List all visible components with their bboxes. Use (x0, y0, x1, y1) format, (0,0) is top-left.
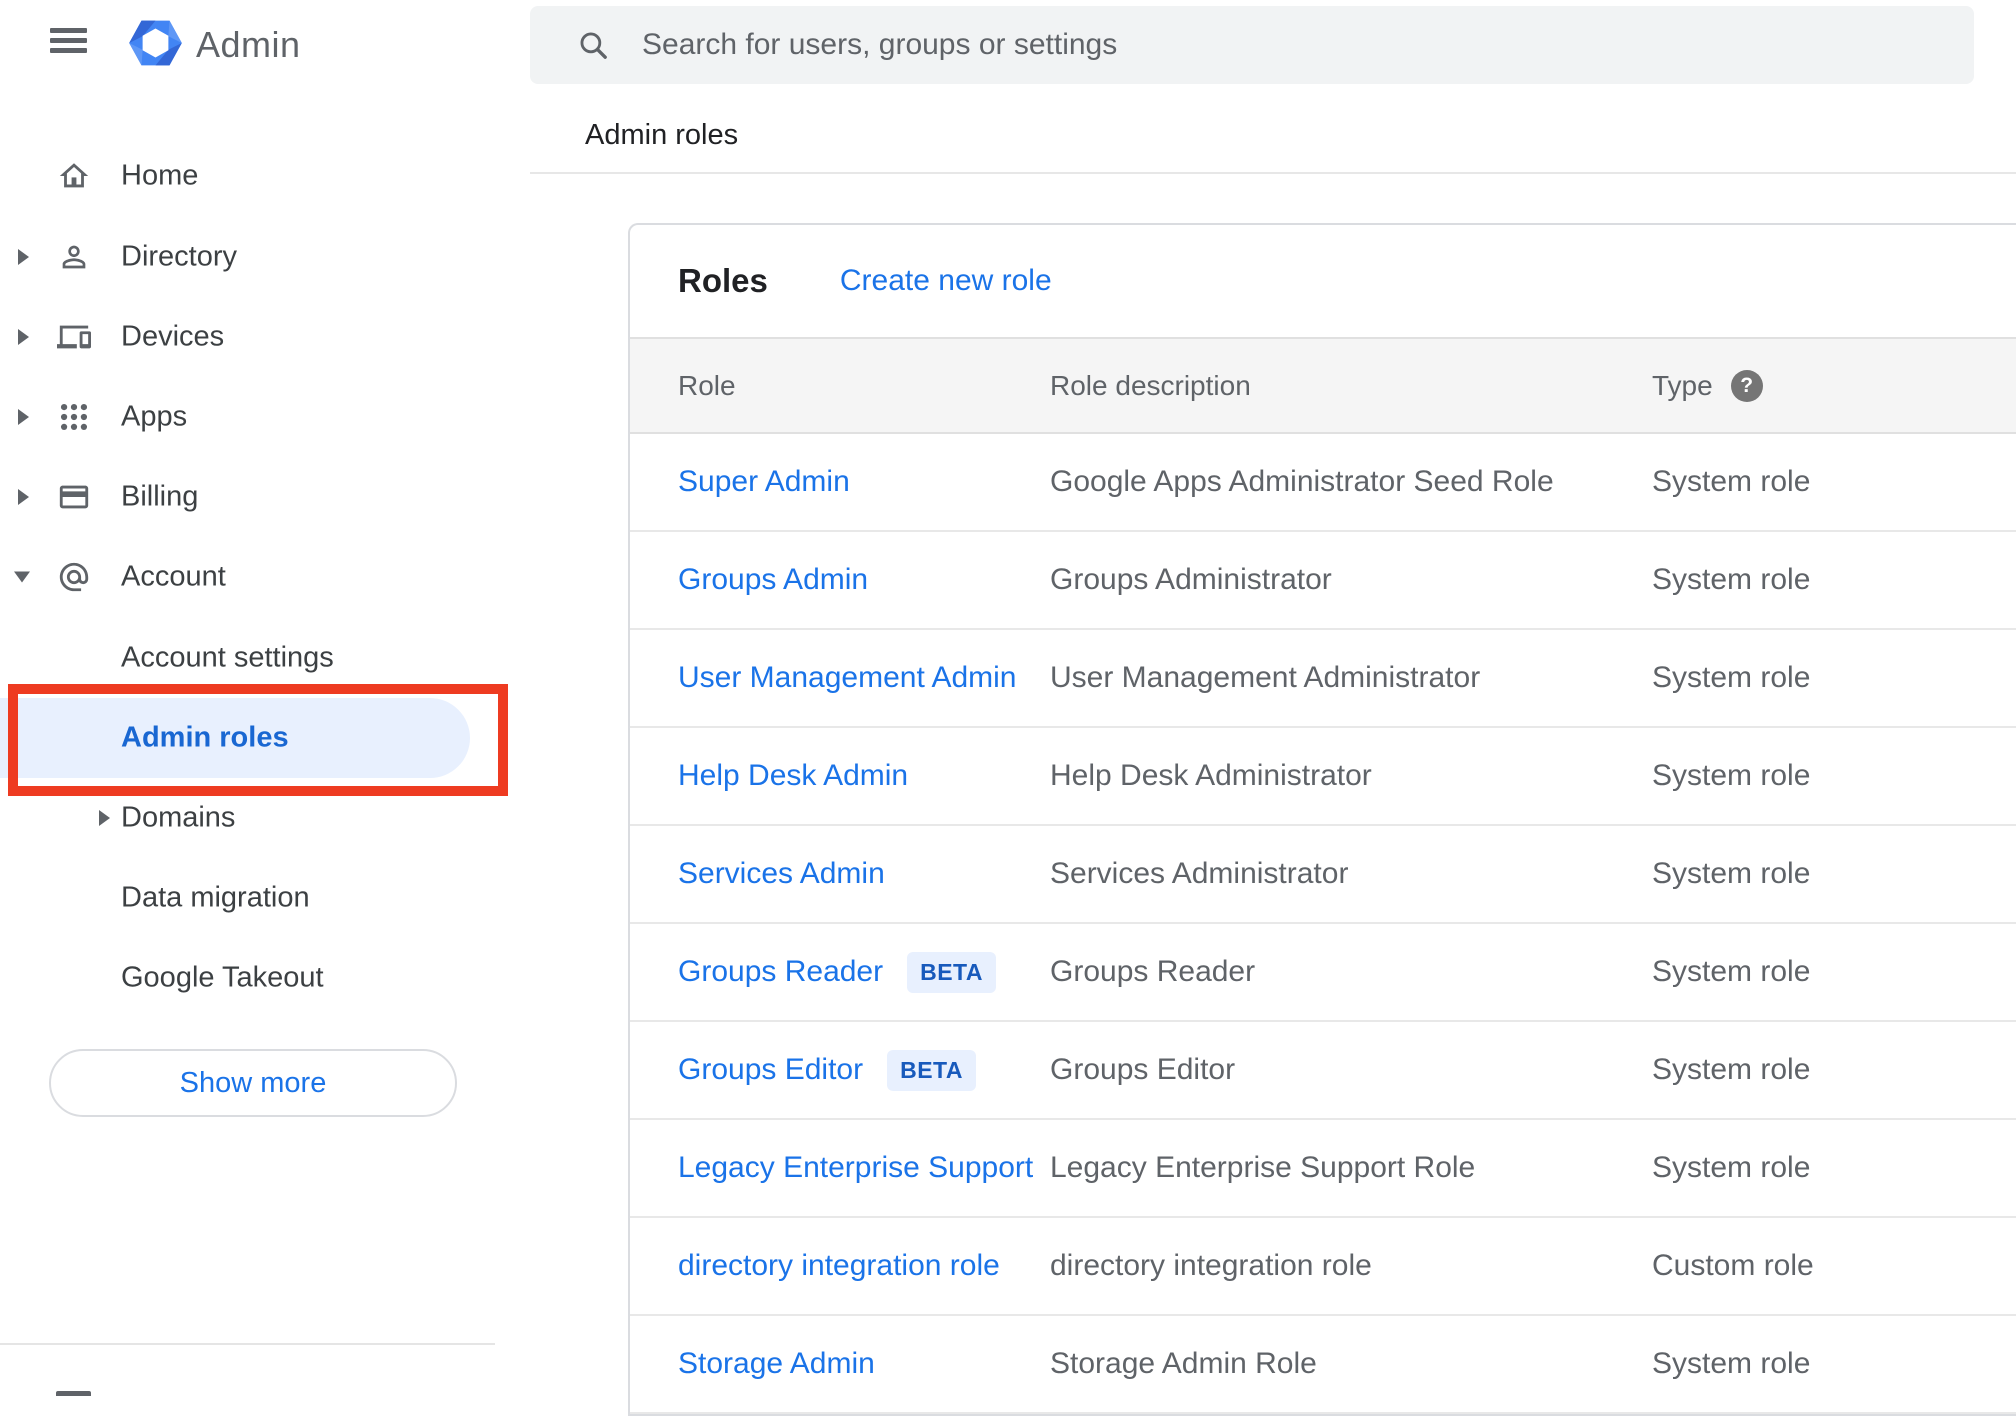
role-description: Groups Administrator (1050, 563, 1332, 596)
sidebar-item-label: Billing (121, 480, 199, 513)
roles-card-header: Roles Create new role (630, 225, 2016, 337)
role-link[interactable]: directory integration role (678, 1249, 1000, 1283)
role-type: System role (1652, 563, 1811, 596)
header-divider (530, 172, 2016, 174)
table-row: User Management Admin User Management Ad… (630, 630, 2016, 728)
role-link[interactable]: Groups Editor (678, 1053, 863, 1087)
role-type: System role (1652, 1151, 1811, 1184)
column-header-type: Type ? (1652, 369, 2016, 402)
person-icon (62, 245, 86, 269)
sidebar-item-label: Directory (121, 240, 238, 273)
expand-arrow-icon[interactable] (18, 489, 29, 505)
sidebar-item-billing[interactable]: Billing (0, 457, 513, 537)
app-title: Admin (196, 24, 301, 65)
search-icon (580, 32, 607, 59)
table-row: Groups Reader BETA Groups Reader System … (630, 924, 2016, 1022)
role-description: Services Administrator (1050, 857, 1349, 890)
table-row: Storage Admin Storage Admin Role System … (630, 1316, 2016, 1414)
sidebar-item-label: Apps (121, 400, 188, 433)
role-description: directory integration role (1050, 1249, 1372, 1282)
column-header-role: Role (678, 369, 736, 401)
devices-icon (57, 325, 91, 349)
sidebar-item-label: Home (121, 159, 199, 192)
clipped-sidebar-icon (56, 1391, 91, 1396)
role-type: System role (1652, 955, 1811, 988)
sidebar-item-label: Account settings (121, 641, 334, 674)
google-admin-logo-icon (129, 20, 182, 66)
sidebar-item-account[interactable]: Account (0, 537, 513, 617)
sidebar-item-data-migration[interactable]: Data migration (0, 858, 513, 938)
role-type: System role (1652, 759, 1811, 792)
role-link[interactable]: User Management Admin (678, 661, 1017, 695)
role-type: System role (1652, 661, 1811, 694)
role-type: Custom role (1652, 1249, 1814, 1282)
table-row: Groups Admin Groups Administrator System… (630, 532, 2016, 630)
role-type: System role (1652, 1347, 1811, 1380)
apps-grid-icon (60, 403, 88, 431)
roles-card: Roles Create new role Role Role descript… (628, 223, 2016, 1416)
at-sign-icon (59, 562, 89, 592)
table-row: directory integration role directory int… (630, 1218, 2016, 1316)
role-description: Google Apps Administrator Seed Role (1050, 465, 1554, 498)
sidebar-item-devices[interactable]: Devices (0, 297, 513, 377)
role-description: Help Desk Administrator (1050, 759, 1372, 792)
sidebar-item-google-takeout[interactable]: Google Takeout (0, 938, 513, 1018)
role-link[interactable]: Groups Admin (678, 563, 868, 597)
beta-badge: BETA (887, 1049, 976, 1091)
sidebar-item-label: Google Takeout (121, 961, 324, 994)
sidebar-item-label: Account (121, 560, 226, 593)
sidebar-item-home[interactable]: Home (0, 136, 513, 216)
breadcrumb: Admin roles (585, 119, 739, 151)
sidebar-item-apps[interactable]: Apps (0, 377, 513, 457)
role-link[interactable]: Services Admin (678, 857, 885, 891)
role-description: User Management Administrator (1050, 661, 1481, 694)
role-description: Legacy Enterprise Support Role (1050, 1151, 1476, 1184)
table-row: Legacy Enterprise Support Legacy Enterpr… (630, 1120, 2016, 1218)
column-header-role-description: Role description (1050, 369, 1251, 401)
sidebar-item-label: Data migration (121, 881, 310, 914)
sidebar: Admin Home Directory Devices Apps Billin… (0, 0, 513, 1396)
search-input[interactable] (642, 28, 1974, 62)
home-icon (59, 163, 89, 188)
role-type: System role (1652, 857, 1811, 890)
menu-icon[interactable] (50, 28, 87, 54)
collapse-arrow-icon[interactable] (14, 571, 30, 583)
sidebar-item-label: Admin roles (121, 721, 289, 754)
role-link[interactable]: Help Desk Admin (678, 759, 908, 793)
sidebar-item-account-settings[interactable]: Account settings (0, 618, 513, 698)
role-type: System role (1652, 465, 1811, 498)
table-row: Services Admin Services Administrator Sy… (630, 826, 2016, 924)
beta-badge: BETA (907, 951, 997, 993)
create-new-role-link[interactable]: Create new role (840, 264, 1052, 298)
google-admin-console: Admin Home Directory Devices Apps Billin… (0, 0, 2016, 1416)
table-row: Groups Editor BETA Groups Editor System … (630, 1022, 2016, 1120)
sidebar-item-domains[interactable]: Domains (0, 778, 513, 858)
table-header-row: Role Role description Type ? (630, 337, 2016, 434)
expand-arrow-icon[interactable] (18, 249, 29, 265)
expand-arrow-icon[interactable] (99, 810, 110, 826)
search-bar[interactable] (530, 6, 1974, 84)
card-title: Roles (678, 262, 768, 299)
help-icon[interactable]: ? (1730, 369, 1763, 402)
sidebar-item-label: Devices (121, 320, 225, 353)
show-more-button[interactable]: Show more (49, 1049, 457, 1117)
role-link[interactable]: Super Admin (678, 465, 850, 499)
role-description: Storage Admin Role (1050, 1347, 1317, 1380)
credit-card-icon (59, 485, 89, 509)
expand-arrow-icon[interactable] (18, 329, 29, 345)
role-link[interactable]: Legacy Enterprise Support (678, 1151, 1033, 1185)
table-row: Help Desk Admin Help Desk Administrator … (630, 728, 2016, 826)
sidebar-item-directory[interactable]: Directory (0, 217, 513, 297)
role-description: Groups Reader (1050, 955, 1256, 988)
sidebar-item-label: Domains (121, 801, 236, 834)
role-link[interactable]: Storage Admin (678, 1347, 875, 1381)
role-description: Groups Editor (1050, 1053, 1236, 1086)
table-row: Super Admin Google Apps Administrator Se… (630, 434, 2016, 532)
expand-arrow-icon[interactable] (18, 409, 29, 425)
sidebar-divider (0, 1343, 495, 1345)
sidebar-item-admin-roles[interactable]: Admin roles (0, 698, 513, 778)
role-link[interactable]: Groups Reader (678, 955, 883, 989)
role-type: System role (1652, 1053, 1811, 1086)
